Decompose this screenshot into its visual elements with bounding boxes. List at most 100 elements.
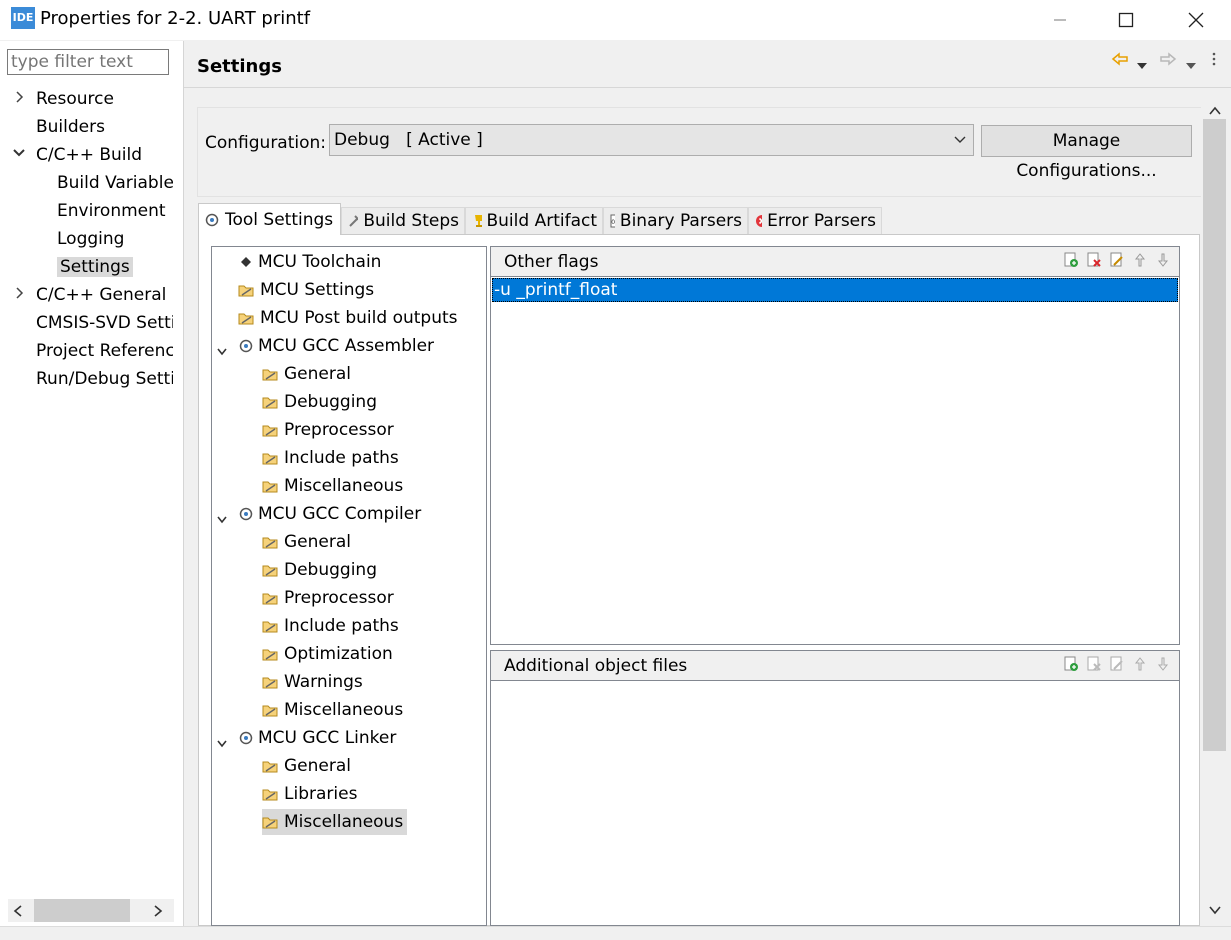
chevron-right-icon[interactable] (12, 283, 26, 299)
tree-item-10[interactable]: General (262, 529, 351, 555)
other-flags-header: Other flags (491, 247, 1179, 277)
sidebar-item-6[interactable]: Settings (57, 255, 173, 279)
tree-item-19[interactable]: Libraries (262, 781, 357, 807)
tree-item-17[interactable]: MCU GCC Linker (217, 725, 396, 751)
option-icon (262, 618, 280, 634)
tab-error-parsers[interactable]: Error Parsers (748, 207, 882, 234)
configuration-label: Configuration: (205, 133, 327, 153)
delete-icon[interactable] (1086, 252, 1102, 268)
tree-item-5[interactable]: Debugging (262, 389, 377, 415)
nav-scrollbar-thumb[interactable] (34, 899, 130, 922)
sidebar-item-0[interactable]: Resource (12, 87, 173, 111)
other-flags-toolbar (1063, 252, 1171, 268)
tab-tool-settings[interactable]: Tool Settings (198, 203, 341, 235)
tree-item-14[interactable]: Optimization (262, 641, 393, 667)
tree-item-12[interactable]: Preprocessor (262, 585, 394, 611)
tree-item-8[interactable]: Miscellaneous (262, 473, 403, 499)
edit-icon[interactable] (1109, 252, 1125, 268)
scroll-right-icon[interactable] (152, 903, 164, 923)
option-icon (262, 674, 280, 690)
move-down-icon[interactable] (1155, 252, 1171, 268)
sidebar-item-4[interactable]: Environment (57, 199, 173, 223)
sidebar-item-1[interactable]: Builders (12, 115, 173, 139)
sidebar-item-label: Resource (36, 89, 114, 109)
forward-menu-chevron-icon[interactable] (1185, 55, 1197, 75)
tree-item-label: Libraries (284, 784, 358, 804)
close-button[interactable] (1173, 0, 1219, 40)
tree-item-15[interactable]: Warnings (262, 669, 363, 695)
edit-icon[interactable] (1109, 656, 1125, 672)
tree-item-20[interactable]: Miscellaneous (262, 809, 408, 835)
sidebar-item-label: Builders (36, 117, 105, 137)
sidebar-item-label: Run/Debug Settings (36, 369, 173, 389)
view-menu-icon[interactable] (1211, 51, 1217, 72)
forward-arrow-icon[interactable] (1159, 51, 1177, 72)
configuration-value: Debug [ Active ] (334, 130, 483, 150)
sidebar-item-3[interactable]: Build Variables (57, 171, 173, 195)
chevron-down-icon[interactable] (216, 340, 228, 366)
move-down-icon[interactable] (1155, 656, 1171, 672)
sidebar-item-9[interactable]: Project References (12, 339, 173, 363)
svg-text:010: 010 (611, 219, 615, 226)
vertical-scrollbar-thumb[interactable] (1203, 119, 1226, 751)
scroll-down-icon[interactable] (1208, 901, 1222, 921)
tree-item-6[interactable]: Preprocessor (262, 417, 394, 443)
back-arrow-icon[interactable] (1111, 51, 1129, 72)
chevron-down-icon[interactable] (216, 508, 228, 534)
tree-item-13[interactable]: Include paths (262, 613, 399, 639)
tab-build-steps[interactable]: Build Steps (341, 207, 465, 234)
tree-item-9[interactable]: MCU GCC Compiler (217, 501, 421, 527)
minimize-button[interactable] (1037, 0, 1083, 40)
add-icon[interactable] (1063, 656, 1079, 672)
option-icon (262, 562, 280, 578)
hammer-icon (349, 215, 359, 227)
close-icon (1188, 12, 1204, 28)
chip-icon (238, 254, 254, 270)
add-icon[interactable] (1063, 252, 1079, 268)
tree-item-0[interactable]: MCU Toolchain (238, 249, 381, 275)
option-icon (262, 478, 280, 494)
tree-item-label: MCU Settings (260, 280, 375, 300)
scroll-left-icon[interactable] (12, 903, 24, 923)
sidebar-item-5[interactable]: Logging (57, 227, 173, 251)
chevron-right-icon[interactable] (12, 87, 26, 103)
additional-object-files-toolbar (1063, 656, 1171, 672)
tab-label: Tool Settings (225, 209, 334, 230)
tab-build-artifact[interactable]: Build Artifact (465, 207, 603, 234)
tab-binary-parsers[interactable]: 010 Binary Parsers (603, 207, 748, 234)
tree-item-16[interactable]: Miscellaneous (262, 697, 403, 723)
sidebar-item-label: Environment (57, 201, 166, 221)
tree-item-4[interactable]: General (262, 361, 351, 387)
manage-configurations-button[interactable]: Manage Configurations... (981, 125, 1192, 181)
option-icon (262, 646, 280, 662)
option-icon (262, 450, 280, 466)
delete-icon[interactable] (1086, 656, 1102, 672)
sidebar-item-8[interactable]: CMSIS-SVD Settings (12, 311, 173, 335)
configuration-select[interactable]: Debug [ Active ] (329, 124, 974, 156)
maximize-button[interactable] (1103, 0, 1149, 40)
sidebar-item-label: Settings (57, 257, 133, 277)
option-icon (262, 422, 280, 438)
tree-item-1[interactable]: MCU Settings (238, 277, 374, 303)
scroll-up-icon[interactable] (1208, 102, 1222, 122)
tree-item-2[interactable]: MCU Post build outputs (238, 305, 458, 331)
sidebar-item-10[interactable]: Run/Debug Settings (12, 367, 173, 391)
move-up-icon[interactable] (1132, 252, 1148, 268)
filter-input[interactable] (7, 49, 169, 75)
sidebar-item-2[interactable]: C/C++ Build (12, 143, 173, 167)
sidebar-item-label: C/C++ Build (36, 145, 143, 165)
tree-item-18[interactable]: General (262, 753, 351, 779)
tree-item-7[interactable]: Include paths (262, 445, 399, 471)
tree-item-11[interactable]: Debugging (262, 557, 377, 583)
chevron-down-icon[interactable] (12, 143, 26, 157)
chevron-down-icon[interactable] (216, 732, 228, 758)
other-flags-item[interactable]: -u _printf_float (492, 278, 1178, 302)
back-menu-chevron-icon[interactable] (1136, 55, 1148, 75)
move-up-icon[interactable] (1132, 656, 1148, 672)
tree-item-3[interactable]: MCU GCC Assembler (217, 333, 434, 359)
sidebar-item-7[interactable]: C/C++ General (12, 283, 173, 307)
